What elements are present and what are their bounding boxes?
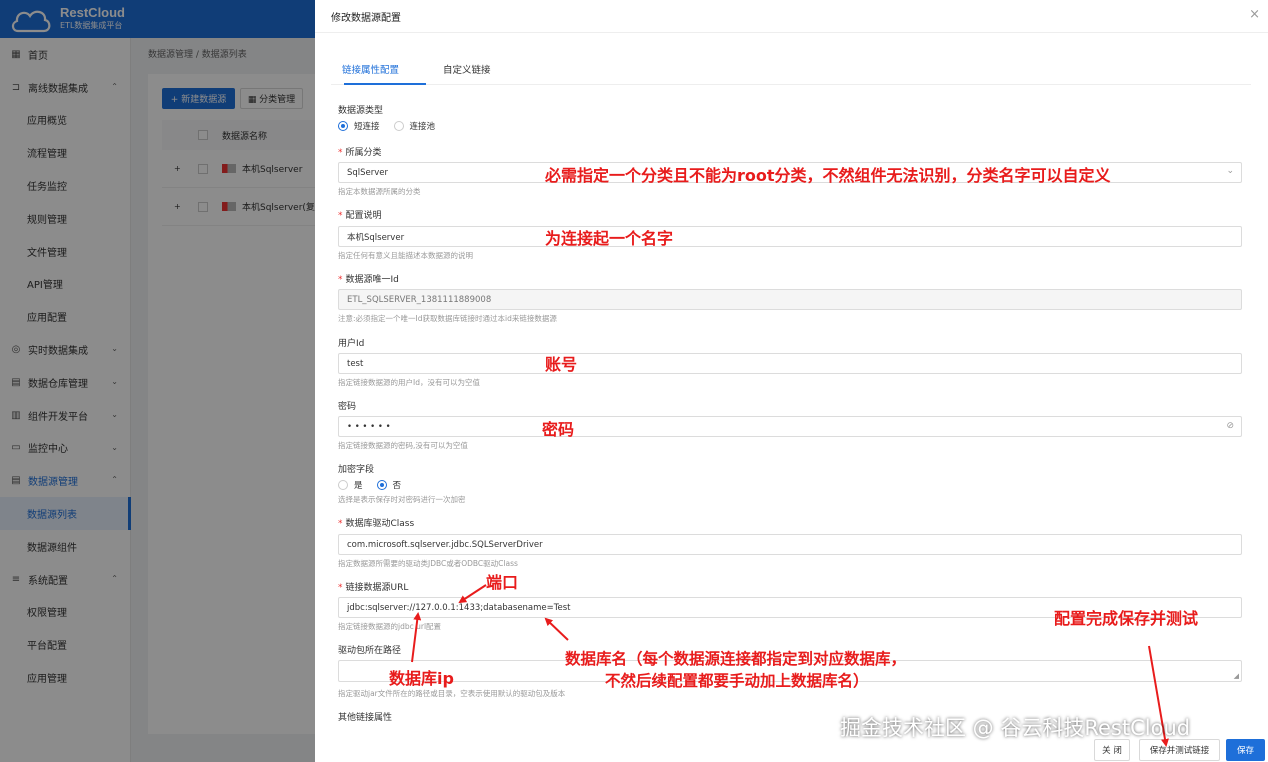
eye-hidden-icon[interactable]: ⊘ — [1226, 421, 1234, 431]
url-help: 指定链接数据源的jdbc url配置 — [338, 622, 442, 631]
user-id-help: 指定链接数据源的用户Id，没有可以为空值 — [338, 378, 480, 387]
radio-label: 短连接 — [354, 122, 380, 132]
config-desc-input[interactable]: 本机Sqlserver — [338, 226, 1242, 247]
radio-label: 否 — [392, 481, 402, 491]
chevron-down-icon: ⌄ — [1226, 166, 1234, 176]
annotation-password: 密码 — [542, 420, 575, 439]
driver-class-input[interactable]: com.microsoft.sqlserver.jdbc.SQLServerDr… — [338, 534, 1242, 555]
watermark: 掘金技术社区 @ 谷云科技RestCloud — [840, 716, 1191, 740]
tab-custom-link[interactable]: 自定义链接 — [443, 62, 491, 76]
drawer-header: 修改数据源配置 × — [315, 0, 1268, 33]
driver-path-label: 驱动包所在路径 — [338, 646, 402, 656]
conn-type-label: 数据源类型 — [338, 106, 384, 116]
encrypt-label: 加密字段 — [338, 465, 375, 475]
conn-type-radio-group: 短连接 连接池 — [338, 120, 449, 132]
close-button[interactable]: 关 闭 — [1094, 739, 1130, 761]
encrypt-help: 选择是表示保存时对密码进行一次加密 — [338, 495, 466, 504]
annotation-port: 端口 — [486, 573, 519, 592]
password-input[interactable]: • • • • • • ⊘ — [338, 416, 1242, 437]
unique-id-input: ETL_SQLSERVER_1381111889008 — [338, 289, 1242, 310]
annotation-name: 为连接起一个名字 — [545, 229, 674, 248]
password-label: 密码 — [338, 402, 357, 412]
resize-handle-icon[interactable]: ◢ — [1234, 672, 1239, 680]
annotation-db-name-line2: 不然后续配置都要手动加上数据库名） — [605, 672, 869, 690]
driver-path-help: 指定驱动jar文件所在的路径或目录，空表示使用默认的驱动包及版本 — [338, 689, 566, 698]
category-label: * 所属分类 — [338, 148, 382, 158]
url-label: * 链接数据源URL — [338, 583, 409, 593]
tab-active-indicator — [344, 83, 426, 85]
radio-label: 是 — [354, 481, 363, 491]
close-icon[interactable]: × — [1249, 7, 1260, 22]
driver-class-help: 指定数据源所需要的驱动类JDBC或者ODBC驱动Class — [338, 559, 518, 568]
annotation-account: 账号 — [545, 355, 578, 374]
drawer-title: 修改数据源配置 — [331, 13, 401, 24]
radio-encrypt-no[interactable] — [376, 480, 387, 490]
annotation-category: 必需指定一个分类且不能为root分类，不然组件无法识别，分类名字可以自定义 — [545, 166, 1111, 185]
category-help: 指定本数据源所属的分类 — [338, 187, 421, 196]
unique-id-label: * 数据源唯一Id — [338, 275, 399, 285]
password-help: 指定链接数据源的密码,没有可以为空值 — [338, 441, 468, 450]
tab-link-properties[interactable]: 链接属性配置 — [342, 62, 399, 76]
annotation-db-ip: 数据库ip — [389, 669, 454, 688]
annotation-db-name-line1: 数据库名（每个数据源连接都指定到对应数据库， — [565, 650, 907, 668]
radio-connection-pool[interactable] — [393, 121, 404, 131]
user-id-label: 用户Id — [338, 339, 365, 349]
radio-short-connection[interactable] — [338, 121, 348, 131]
annotation-save-test: 配置完成保存并测试 — [1054, 609, 1199, 628]
config-desc-help: 指定任何有意义且能描述本数据源的说明 — [338, 251, 473, 260]
config-desc-label: * 配置说明 — [338, 211, 382, 221]
drawer-tabs: 链接属性配置 自定义链接 — [331, 52, 1251, 85]
driver-class-label: * 数据库驱动Class — [338, 519, 415, 529]
save-and-test-button[interactable]: 保存并测试链接 — [1139, 739, 1220, 761]
unique-id-help: 注意:必须指定一个唯一Id获取数据库链接时通过本id来链接数据源 — [338, 314, 557, 323]
other-props-label: 其他链接属性 — [338, 713, 393, 723]
radio-label: 连接池 — [409, 122, 436, 132]
radio-encrypt-yes[interactable] — [338, 480, 348, 490]
encrypt-radio-group: 是 否 — [338, 479, 415, 491]
save-button[interactable]: 保存 — [1226, 739, 1265, 761]
user-id-input[interactable]: test — [338, 353, 1242, 374]
